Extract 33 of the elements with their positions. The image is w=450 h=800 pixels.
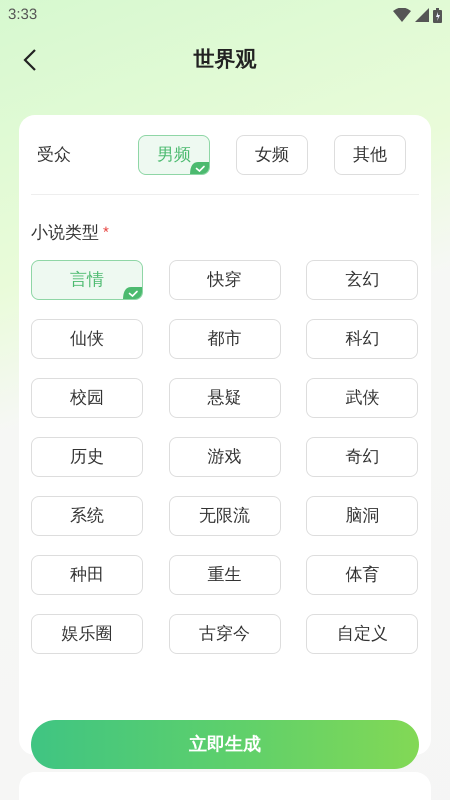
page-title: 世界观 xyxy=(194,47,256,74)
wifi-icon xyxy=(393,8,411,22)
check-badge-icon xyxy=(123,286,142,298)
option-chip[interactable]: 历史 xyxy=(31,436,143,476)
option-chip[interactable]: 女频 xyxy=(236,135,308,175)
option-chip[interactable]: 都市 xyxy=(168,318,281,358)
option-chip[interactable]: 体育 xyxy=(306,554,418,594)
option-chip[interactable]: 其他 xyxy=(334,135,406,175)
option-chip[interactable]: 古穿今 xyxy=(168,614,281,654)
option-chip[interactable]: 科幻 xyxy=(306,318,418,358)
option-chip[interactable]: 快穿 xyxy=(168,260,281,300)
option-chip[interactable]: 种田 xyxy=(31,554,143,594)
option-chip[interactable]: 脑洞 xyxy=(306,496,418,536)
option-chip[interactable]: 自定义 xyxy=(306,614,418,654)
field-label: 受众 xyxy=(37,144,72,166)
option-chip[interactable]: 重生 xyxy=(168,554,281,594)
check-badge-icon xyxy=(190,162,209,174)
option-chip[interactable]: 校园 xyxy=(31,378,143,418)
option-chip[interactable]: 玄幻 xyxy=(306,260,418,300)
option-chip[interactable]: 仙侠 xyxy=(31,318,143,358)
option-chip[interactable]: 奇幻 xyxy=(306,436,418,476)
field-label: 小说类型 xyxy=(31,222,99,244)
status-time: 3:33 xyxy=(8,4,38,25)
option-chip[interactable]: 无限流 xyxy=(168,496,281,536)
option-chip[interactable]: 游戏 xyxy=(168,436,281,476)
option-chip[interactable]: 悬疑 xyxy=(168,378,281,418)
option-chip[interactable]: 武侠 xyxy=(306,378,418,418)
back-icon[interactable] xyxy=(22,48,38,72)
signal-icon xyxy=(415,8,429,22)
battery-icon xyxy=(433,8,442,22)
option-chip[interactable]: 娱乐圈 xyxy=(31,614,143,654)
required-mark: * xyxy=(103,222,109,242)
option-chip[interactable]: 系统 xyxy=(31,496,143,536)
